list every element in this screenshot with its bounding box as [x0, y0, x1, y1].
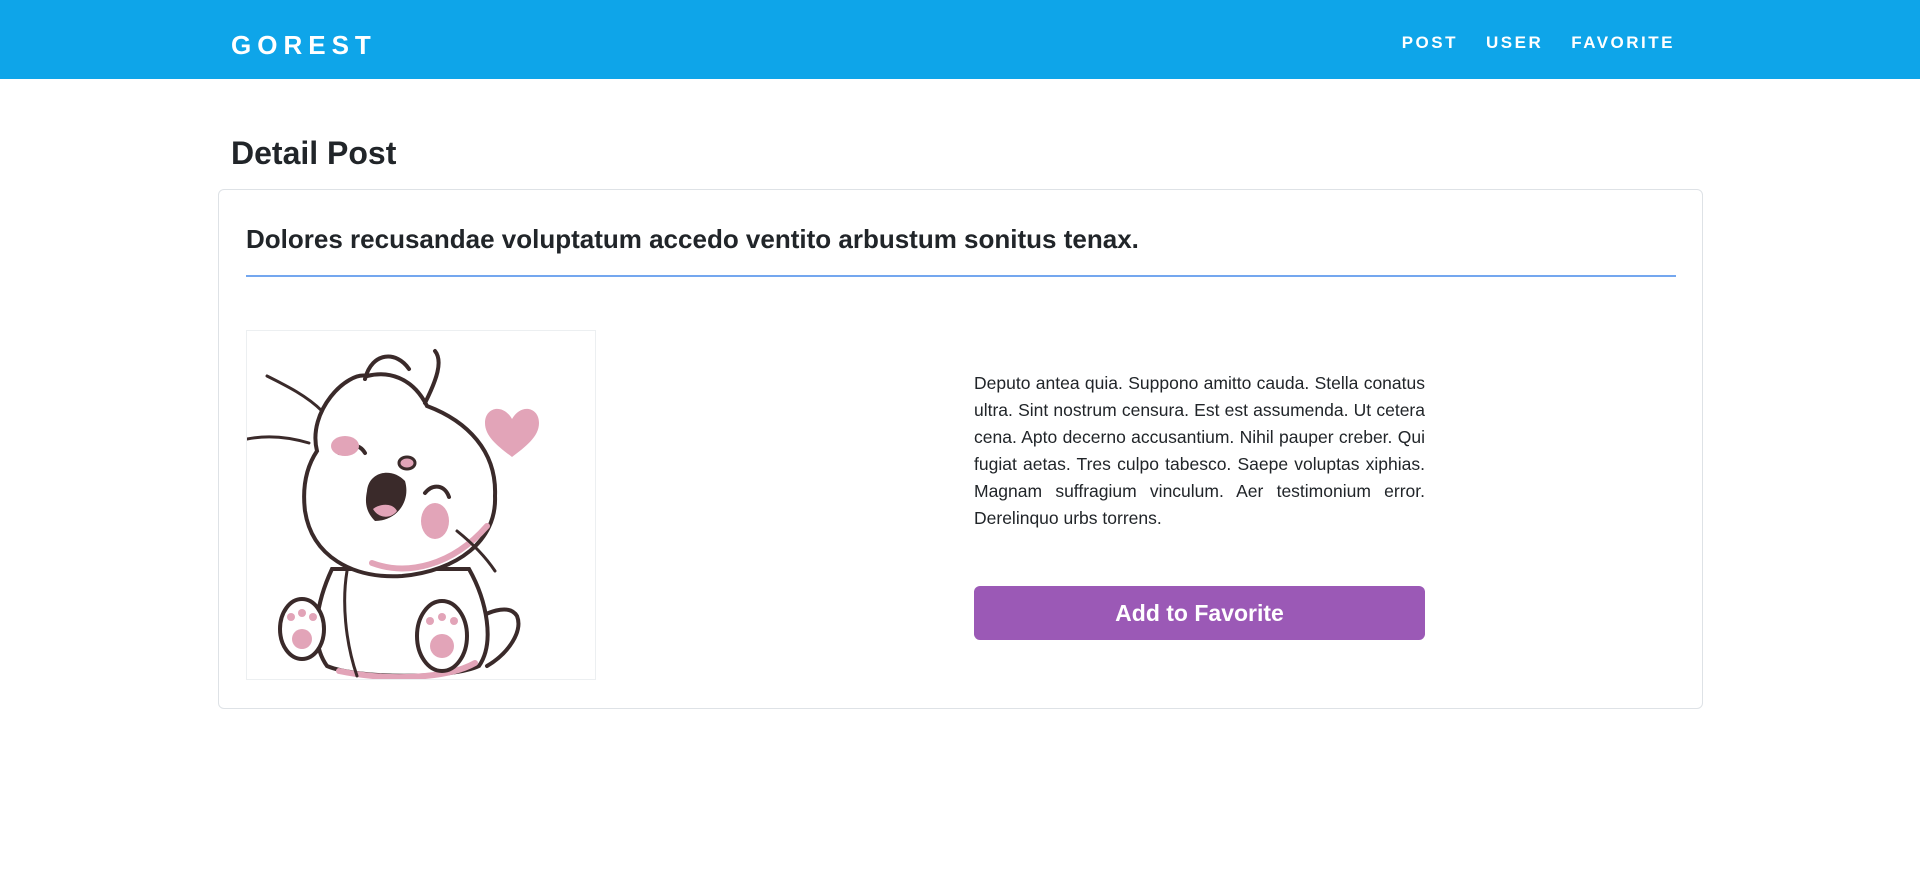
post-body: Deputo antea quia. Suppono amitto cauda.…	[974, 373, 1425, 528]
add-to-favorite-button[interactable]: Add to Favorite	[974, 586, 1425, 640]
top-navbar: GOREST POST USER FAVORITE	[0, 0, 1920, 79]
brand-logo[interactable]: GOREST	[231, 28, 377, 62]
nav-links: POST USER FAVORITE	[1402, 33, 1675, 53]
nav-link-favorite[interactable]: FAVORITE	[1571, 33, 1675, 53]
post-image	[246, 330, 596, 680]
nav-link-post[interactable]: POST	[1402, 33, 1458, 53]
nav-link-user[interactable]: USER	[1486, 33, 1543, 53]
title-divider	[246, 275, 1676, 277]
page-title: Detail Post	[231, 135, 397, 171]
post-title: Dolores recusandae voluptatum accedo ven…	[246, 224, 1139, 254]
cat-illustration-icon	[247, 349, 539, 679]
post-detail-card: Dolores recusandae voluptatum accedo ven…	[218, 189, 1703, 709]
